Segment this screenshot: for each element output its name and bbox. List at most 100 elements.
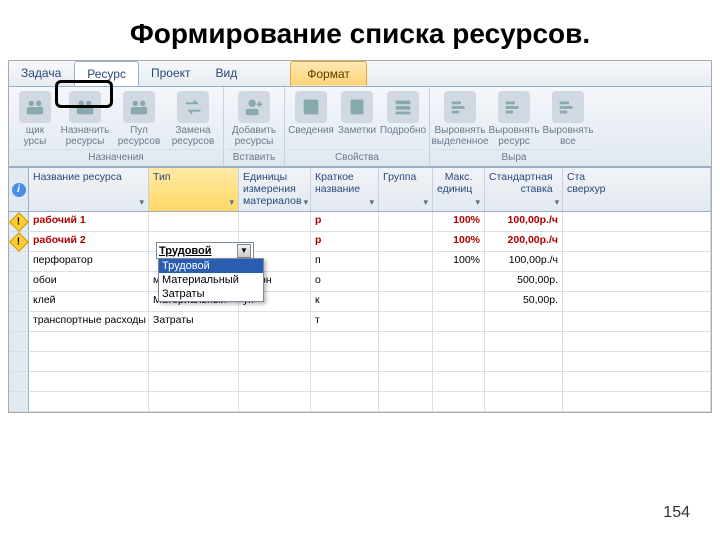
- cell-group[interactable]: [379, 232, 433, 251]
- table-row[interactable]: клейМатериальныйупк50,00р.: [9, 292, 711, 312]
- resource-grid: i Название ресурса▾ Тип▾ Единицы измерен…: [9, 167, 711, 412]
- empty-row[interactable]: [9, 372, 711, 392]
- cell-type[interactable]: Затраты: [149, 312, 239, 331]
- btn-information[interactable]: Сведения: [289, 89, 333, 136]
- empty-row[interactable]: [9, 332, 711, 352]
- cell-name[interactable]: клей: [29, 292, 149, 311]
- cell-group[interactable]: [379, 292, 433, 311]
- btn-add-resources[interactable]: Добавить ресурсы: [228, 89, 280, 147]
- header-indicator[interactable]: i: [9, 168, 29, 211]
- sort-arrow-icon: ▾: [139, 197, 144, 208]
- cell-group[interactable]: [379, 312, 433, 331]
- cell-short[interactable]: т: [311, 312, 379, 331]
- btn-notes[interactable]: Заметки: [335, 89, 379, 136]
- cell-name[interactable]: обои: [29, 272, 149, 291]
- header-max[interactable]: Макс. единиц▾: [433, 168, 485, 211]
- cell-over[interactable]: [563, 312, 711, 331]
- sort-arrow-icon: ▾: [475, 197, 480, 208]
- cell-max[interactable]: 100%: [433, 212, 485, 231]
- btn-resource-pool[interactable]: Пул ресурсов: [113, 89, 165, 147]
- table-row[interactable]: !рабочий 2р100%200,00р./ч: [9, 232, 711, 252]
- btn-team-planner[interactable]: щик урсы: [13, 89, 57, 147]
- cell-short[interactable]: р: [311, 232, 379, 251]
- btn-level-resource[interactable]: Выровнять ресурс: [488, 89, 540, 147]
- cell-short[interactable]: р: [311, 212, 379, 231]
- app-window: Задача Ресурс Проект Вид Формат щик урсы…: [8, 60, 712, 413]
- cell-max[interactable]: [433, 272, 485, 291]
- cell-over[interactable]: [563, 292, 711, 311]
- cell-short[interactable]: к: [311, 292, 379, 311]
- level-icon: [552, 91, 584, 123]
- empty-row[interactable]: [9, 392, 711, 412]
- cell-rate[interactable]: 200,00р./ч: [485, 232, 563, 251]
- tab-project[interactable]: Проект: [139, 61, 204, 86]
- tab-resource[interactable]: Ресурс: [74, 61, 139, 86]
- person-add-icon: [238, 91, 270, 123]
- header-unit[interactable]: Единицы измерения материалов▾: [239, 168, 311, 211]
- cell-short[interactable]: о: [311, 272, 379, 291]
- btn-details[interactable]: Подробно: [381, 89, 425, 136]
- dropdown-current-value: Трудовой: [159, 245, 212, 257]
- cell-name[interactable]: рабочий 1: [29, 212, 149, 231]
- cell-rate[interactable]: 100,00р./ч: [485, 212, 563, 231]
- sort-arrow-icon: ▾: [423, 197, 428, 208]
- header-short[interactable]: Краткое название▾: [311, 168, 379, 211]
- dropdown-option[interactable]: Трудовой: [159, 259, 263, 273]
- tab-format[interactable]: Формат: [290, 61, 367, 86]
- table-row[interactable]: транспортные расходыЗатраты т: [9, 312, 711, 332]
- header-type[interactable]: Тип▾: [149, 168, 239, 211]
- cell-unit[interactable]: [239, 212, 311, 231]
- group-label-level: Выра: [434, 149, 594, 166]
- cell-max[interactable]: [433, 292, 485, 311]
- cell-group[interactable]: [379, 272, 433, 291]
- sort-arrow-icon: ▾: [229, 197, 234, 208]
- header-rate[interactable]: Стандартная ставка▾: [485, 168, 563, 211]
- cell-rate[interactable]: [485, 312, 563, 331]
- btn-replace-resources[interactable]: Замена ресурсов: [167, 89, 219, 147]
- cell-over[interactable]: [563, 252, 711, 271]
- tab-task[interactable]: Задача: [9, 61, 74, 86]
- cell-name[interactable]: транспортные расходы: [29, 312, 149, 331]
- tab-view[interactable]: Вид: [204, 61, 251, 86]
- cell-rate[interactable]: 100,00р./ч: [485, 252, 563, 271]
- cell-rate[interactable]: 500,00р.: [485, 272, 563, 291]
- empty-row[interactable]: [9, 352, 711, 372]
- cell-type[interactable]: [149, 212, 239, 231]
- dropdown-option[interactable]: Затраты: [159, 287, 263, 301]
- header-overtime[interactable]: Ста сверхур: [563, 168, 711, 211]
- table-row[interactable]: обоиматериальныйрулоно500,00р.: [9, 272, 711, 292]
- cell-over[interactable]: [563, 232, 711, 251]
- cell-name[interactable]: перфоратор: [29, 252, 149, 271]
- group-insert: Добавить ресурсы Вставить: [224, 87, 285, 166]
- type-dropdown-trigger[interactable]: Трудовой ▼: [156, 242, 254, 259]
- cell-max[interactable]: [433, 312, 485, 331]
- cell-max[interactable]: 100%: [433, 232, 485, 251]
- group-label-properties: Свойства: [289, 149, 425, 166]
- cell-over[interactable]: [563, 212, 711, 231]
- group-level: Выровнять выделенное Выровнять ресурс Вы…: [430, 87, 598, 166]
- group-label-assignments: Назначения: [13, 149, 219, 166]
- info-icon: [295, 91, 327, 123]
- cell-rate[interactable]: 50,00р.: [485, 292, 563, 311]
- table-row[interactable]: перфоратор п 100%100,00р./ч: [9, 252, 711, 272]
- dropdown-option[interactable]: Материальный: [159, 273, 263, 287]
- cell-max[interactable]: 100%: [433, 252, 485, 271]
- btn-level-selection[interactable]: Выровнять выделенное: [434, 89, 486, 147]
- cell-unit[interactable]: [239, 312, 311, 331]
- cell-over[interactable]: [563, 272, 711, 291]
- btn-level-all[interactable]: Выровнять все: [542, 89, 594, 147]
- notes-icon: [341, 91, 373, 123]
- people-icon: [69, 91, 101, 123]
- group-properties: Сведения Заметки Подробно Свойства: [285, 87, 430, 166]
- btn-assign-resources[interactable]: Назначить ресурсы: [59, 89, 111, 147]
- header-group[interactable]: Группа▾: [379, 168, 433, 211]
- cell-name[interactable]: рабочий 2: [29, 232, 149, 251]
- header-name[interactable]: Название ресурса▾: [29, 168, 149, 211]
- cell-short[interactable]: п: [311, 252, 379, 271]
- cell-group[interactable]: [379, 212, 433, 231]
- cell-group[interactable]: [379, 252, 433, 271]
- table-row[interactable]: !рабочий 1р100%100,00р./ч: [9, 212, 711, 232]
- level-icon: [498, 91, 530, 123]
- page-number: 154: [663, 504, 690, 522]
- grid-header-row: i Название ресурса▾ Тип▾ Единицы измерен…: [9, 168, 711, 212]
